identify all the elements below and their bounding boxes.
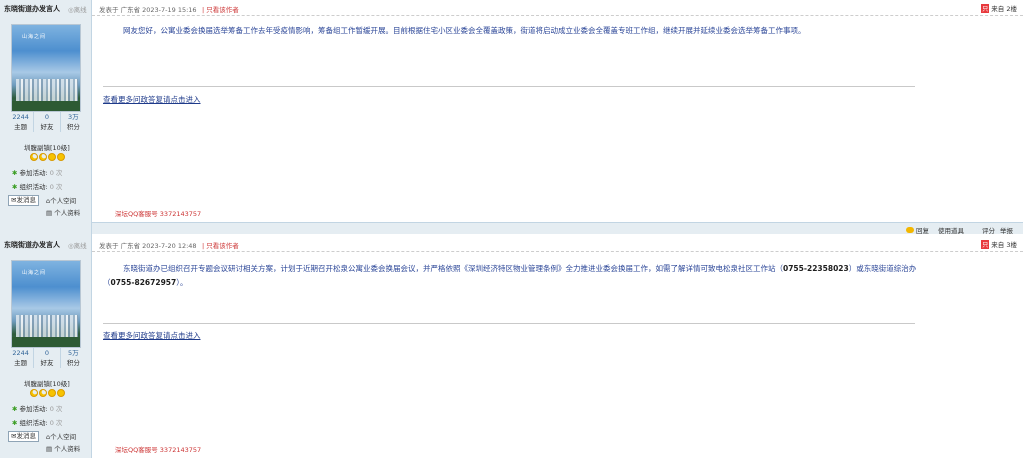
post-meta: 发表于 广东省 2023-7-20 12:48 | 只看该作者 只来自 3楼: [92, 236, 1023, 252]
more-replies-link[interactable]: 查看更多问政答复请点击进入: [103, 94, 201, 105]
qq-service: 深坛QQ客服号 3372143757: [115, 446, 202, 454]
use-tools-button[interactable]: 使用道具: [938, 225, 964, 235]
content-divider: [103, 323, 915, 324]
rank-stars-icon: [30, 389, 65, 397]
activity-icon: ✱: [12, 183, 18, 191]
hot-icon: 只: [981, 240, 990, 249]
profile-icon: ▤: [46, 209, 53, 217]
floor-number[interactable]: 只来自 3楼: [981, 239, 1017, 249]
post-content: 网友您好，公寓业委会换届选举筹备工作去年受疫情影响，筹备组工作暂缓开展。目前根据…: [123, 26, 806, 35]
post-content: 东晓街道办已组织召开专题会议研讨相关方案，计划于近期召开松泉公寓业委会换届会议，…: [103, 264, 917, 287]
profile-link[interactable]: ▤ 个人资料: [46, 207, 80, 217]
stat-points[interactable]: 3万 积分: [61, 112, 86, 132]
rank-stars-icon: [30, 153, 65, 161]
post-main: 发表于 广东省 2023-7-20 12:48 | 只看该作者 只来自 3楼 东…: [92, 236, 1023, 458]
user-rank[interactable]: 圳腹副镇[10级]: [24, 378, 70, 388]
send-message-button[interactable]: ✉发消息: [8, 195, 39, 206]
profile-icon: ▤: [46, 445, 53, 453]
stat-topics[interactable]: 2244 主题: [8, 112, 35, 132]
post-meta: 发表于 广东省 2023-7-19 15:16 | 只看该作者 只来自 2楼: [92, 0, 1023, 16]
post-toolbar: 回复 使用道具 评分 举报: [92, 222, 1023, 235]
activity-joined: ✱ 参加活动: 0 次: [12, 405, 63, 413]
activity-icon: ✱: [12, 405, 18, 413]
author-stats: 2244 主题 0 好友 3万 积分: [8, 112, 86, 132]
author-name[interactable]: 东晓街道办发言人: [4, 4, 60, 14]
hot-icon: 只: [981, 4, 990, 13]
personal-space-link[interactable]: ⌂个人空间: [46, 431, 76, 441]
post-main: 发表于 广东省 2023-7-19 15:16 | 只看该作者 只来自 2楼 网…: [92, 0, 1023, 236]
stat-friends[interactable]: 0 好友: [34, 112, 61, 132]
personal-space-link[interactable]: ⌂个人空间: [46, 195, 76, 205]
only-author-link[interactable]: | 只看该作者: [202, 240, 239, 250]
activity-organized: ✱ 组织活动: 0 次: [12, 183, 63, 191]
stat-friends[interactable]: 0 好友: [34, 348, 61, 368]
floor-number[interactable]: 只来自 2楼: [981, 3, 1017, 13]
reply-icon: [906, 227, 914, 233]
stat-points[interactable]: 5万 积分: [61, 348, 86, 368]
phone-office: 0755-82672957: [110, 278, 177, 287]
avatar[interactable]: 山海之间: [11, 260, 81, 348]
content-divider: [103, 86, 915, 87]
author-sidebar: 东晓街道办发言人 ◎离线 山海之间 2244 主题 0 好友 5万 积分 圳腹副镇[1…: [0, 236, 92, 458]
avatar-caption: 山海之间: [22, 34, 47, 40]
activity-joined: ✱ 参加活动: 0 次: [12, 169, 63, 177]
post-time: 发表于 广东省 2023-7-19 15:16: [99, 6, 197, 14]
avatar[interactable]: 山海之间: [11, 24, 81, 112]
activity-icon: ✱: [12, 419, 18, 427]
avatar-caption: 山海之间: [22, 270, 47, 276]
user-rank[interactable]: 圳腹副镇[10级]: [24, 142, 70, 152]
author-name[interactable]: 东晓街道办发言人: [4, 240, 60, 250]
send-message-button[interactable]: ✉发消息: [8, 431, 39, 442]
online-status: ◎离线: [68, 6, 87, 14]
phone-community: 0755-22358023: [783, 264, 849, 273]
rate-button[interactable]: 评分: [982, 225, 995, 235]
stat-topics[interactable]: 2244 主题: [8, 348, 35, 368]
activity-icon: ✱: [12, 169, 18, 177]
reply-button[interactable]: 回复: [906, 225, 929, 235]
post-floor-2: 东晓街道办发言人 ◎离线 山海之间 2244 主题 0 好友 3万 积分 圳腹副镇[1…: [0, 0, 1023, 236]
report-button[interactable]: 举报: [1000, 225, 1013, 235]
avatar-city-image: [16, 315, 78, 339]
author-stats: 2244 主题 0 好友 5万 积分: [8, 348, 86, 368]
avatar-city-image: [16, 79, 78, 103]
post-time: 发表于 广东省 2023-7-20 12:48: [99, 242, 197, 250]
qq-service: 深坛QQ客服号 3372143757: [115, 210, 202, 218]
post-floor-3: 东晓街道办发言人 ◎离线 山海之间 2244 主题 0 好友 5万 积分 圳腹副镇[1…: [0, 236, 1023, 458]
author-sidebar: 东晓街道办发言人 ◎离线 山海之间 2244 主题 0 好友 3万 积分 圳腹副镇[1…: [0, 0, 92, 236]
activity-organized: ✱ 组织活动: 0 次: [12, 419, 63, 427]
online-status: ◎离线: [68, 242, 87, 250]
more-replies-link[interactable]: 查看更多问政答复请点击进入: [103, 330, 201, 341]
profile-link[interactable]: ▤ 个人资料: [46, 443, 80, 453]
only-author-link[interactable]: | 只看该作者: [202, 4, 239, 14]
